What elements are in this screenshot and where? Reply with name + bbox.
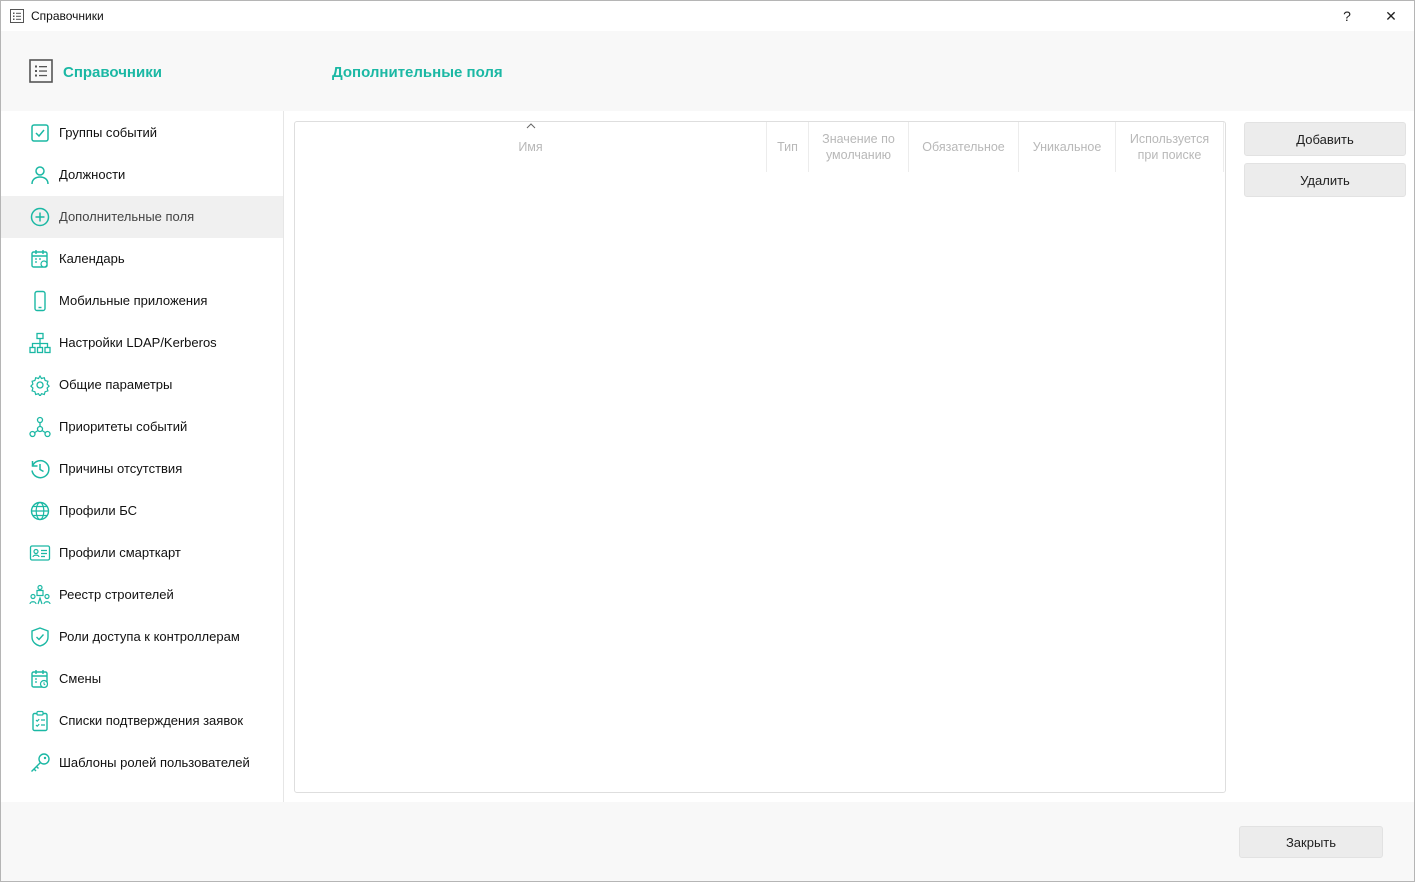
page-header: Справочники Дополнительные поля	[1, 31, 1414, 111]
column-header-required[interactable]: Обязательное	[909, 122, 1019, 172]
plus-circle-icon	[29, 206, 51, 228]
sidebar-item-calendar[interactable]: Календарь	[1, 238, 283, 280]
sidebar-item-label: Причины отсутствия	[59, 461, 183, 476]
person-icon	[29, 164, 51, 186]
delete-button[interactable]: Удалить	[1244, 163, 1406, 197]
phone-icon	[29, 290, 51, 312]
sidebar-item-label: Приоритеты событий	[59, 419, 188, 434]
sidebar-item-label: Календарь	[59, 251, 125, 266]
history-icon	[29, 458, 51, 480]
sidebar-item-event-groups[interactable]: Группы событий	[1, 112, 283, 154]
fields-table[interactable]: Имя Тип Значение по умолчанию Обязательн…	[294, 121, 1226, 793]
sidebar-item-label: Шаблоны ролей пользователей	[59, 755, 250, 770]
sidebar-item-event-priorities[interactable]: Приоритеты событий	[1, 406, 283, 448]
column-header-unique[interactable]: Уникальное	[1019, 122, 1116, 172]
sidebar-item-mobile-apps[interactable]: Мобильные приложения	[1, 280, 283, 322]
sidebar-item-label: Списки подтверждения заявок	[59, 713, 244, 728]
sidebar-item-label: Настройки LDAP/Kerberos	[59, 335, 217, 350]
sidebar-item-approval-lists[interactable]: Списки подтверждения заявок	[1, 700, 283, 742]
sidebar-item-positions[interactable]: Должности	[1, 154, 283, 196]
sidebar-item-shifts[interactable]: Смены	[1, 658, 283, 700]
sidebar-item-absence-reasons[interactable]: Причины отсутствия	[1, 448, 283, 490]
sidebar-item-label: Реестр строителей	[59, 587, 174, 602]
sidebar-item-general-params[interactable]: Общие параметры	[1, 364, 283, 406]
dialog-window: Справочники ? ✕ Справочники Дополнительн…	[0, 0, 1415, 882]
clipboard-icon	[29, 710, 51, 732]
globe-icon	[29, 500, 51, 522]
sidebar-item-label: Мобильные приложения	[59, 293, 208, 308]
sidebar-item-bs-profiles[interactable]: Профили БС	[1, 490, 283, 532]
add-button[interactable]: Добавить	[1244, 122, 1406, 156]
close-button[interactable]: Закрыть	[1239, 826, 1383, 858]
window-title: Справочники	[31, 9, 104, 23]
sidebar-item-label: Общие параметры	[59, 377, 173, 392]
column-header-type[interactable]: Тип	[767, 122, 809, 172]
section-title: Дополнительные поля	[332, 64, 503, 81]
builders-icon	[29, 584, 51, 606]
column-header-default-value[interactable]: Значение по умолчанию	[809, 122, 909, 172]
sidebar: Группы событий Должности Дополнительные …	[1, 111, 284, 802]
page-title: Справочники	[63, 64, 162, 81]
title-bar: Справочники ? ✕	[1, 1, 1414, 31]
sidebar-item-label: Профили смарткарт	[59, 545, 181, 560]
sidebar-item-additional-fields[interactable]: Дополнительные поля	[1, 196, 283, 238]
sidebar-item-smartcard-profiles[interactable]: Профили смарткарт	[1, 532, 283, 574]
sidebar-item-label: Дополнительные поля	[59, 209, 195, 224]
column-header-used-in-search[interactable]: Используется при поиске	[1116, 122, 1224, 172]
sidebar-item-label: Роли доступа к контроллерам	[59, 629, 240, 644]
calendar-clock-icon	[29, 668, 51, 690]
gear-icon	[29, 374, 51, 396]
sidebar-item-label: Группы событий	[59, 125, 158, 140]
column-header-name[interactable]: Имя	[295, 122, 767, 172]
id-card-icon	[29, 542, 51, 564]
sidebar-item-ldap-settings[interactable]: Настройки LDAP/Kerberos	[1, 322, 283, 364]
help-button[interactable]: ?	[1325, 1, 1369, 31]
list-icon	[10, 9, 24, 23]
window-close-button[interactable]: ✕	[1369, 1, 1413, 31]
checkbox-icon	[29, 122, 51, 144]
sidebar-item-label: Смены	[59, 671, 102, 686]
sidebar-item-builders-registry[interactable]: Реестр строителей	[1, 574, 283, 616]
shield-icon	[29, 626, 51, 648]
sidebar-item-label: Профили БС	[59, 503, 137, 518]
calendar-icon	[29, 248, 51, 270]
key-icon	[29, 752, 51, 774]
sort-ascending-icon	[525, 122, 537, 130]
nodes-icon	[29, 416, 51, 438]
sidebar-item-user-role-templates[interactable]: Шаблоны ролей пользователей	[1, 742, 283, 784]
sidebar-item-label: Должности	[59, 167, 126, 182]
hierarchy-icon	[29, 332, 51, 354]
list-icon	[29, 59, 53, 83]
sidebar-item-controller-access-roles[interactable]: Роли доступа к контроллерам	[1, 616, 283, 658]
